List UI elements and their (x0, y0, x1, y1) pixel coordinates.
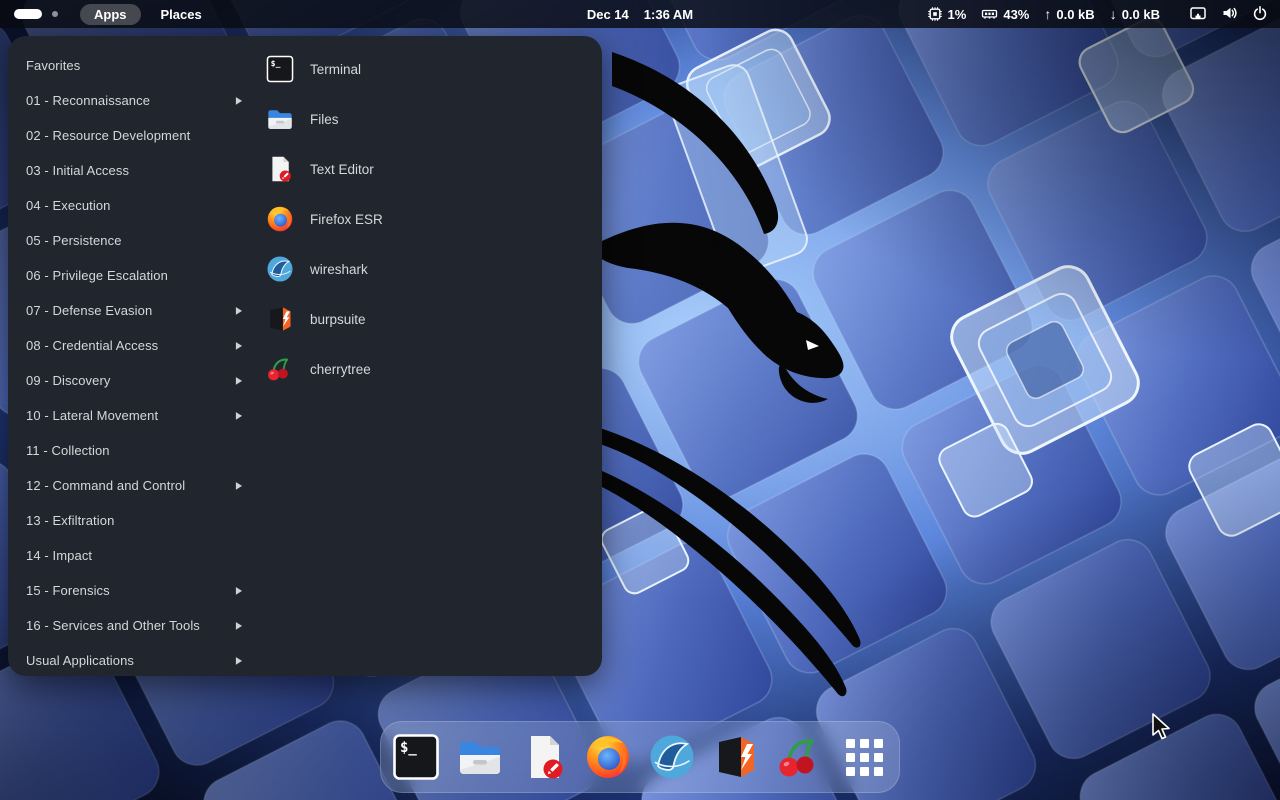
cpu-indicator[interactable]: 1% (927, 6, 967, 22)
submenu-arrow-icon: ▶ (236, 375, 242, 386)
menu-item-text-editor[interactable]: Text Editor (258, 144, 594, 194)
cpu-icon (927, 6, 943, 22)
submenu-arrow-icon: ▶ (236, 305, 242, 316)
category-16-services-and-other-tools[interactable]: 16 - Services and Other Tools ▶ (8, 608, 258, 643)
dock-firefox-button[interactable] (584, 733, 632, 781)
category-09-discovery[interactable]: 09 - Discovery ▶ (8, 363, 258, 398)
apps-menu-button[interactable]: Apps (80, 4, 141, 25)
category-05-persistence[interactable]: 05 - Persistence (8, 223, 258, 258)
menu-item-firefox-esr[interactable]: Firefox ESR (258, 194, 594, 244)
net-upload-indicator[interactable]: ↑ 0.0 kB (1044, 6, 1094, 22)
category-13-exfiltration[interactable]: 13 - Exfiltration (8, 503, 258, 538)
net-upload-value: 0.0 kB (1056, 7, 1094, 22)
power-icon[interactable] (1252, 5, 1268, 24)
clock-date: Dec 14 (587, 7, 629, 22)
category-14-impact[interactable]: 14 - Impact (8, 538, 258, 573)
submenu-arrow-icon: ▶ (236, 655, 242, 666)
submenu-arrow-icon: ▶ (236, 340, 242, 351)
category-03-initial-access[interactable]: 03 - Initial Access (8, 153, 258, 188)
category-10-lateral-movement[interactable]: 10 - Lateral Movement ▶ (8, 398, 258, 433)
menu-item-terminal[interactable]: Terminal (258, 44, 594, 94)
cherrytree-icon (266, 355, 294, 383)
category-list: Favorites 01 - Reconnaissance ▶ 02 - Res… (8, 48, 258, 678)
menu-item-files[interactable]: Files (258, 94, 594, 144)
dock (380, 721, 900, 793)
show-apps-grid-icon[interactable] (840, 733, 888, 781)
dock-cherrytree-button[interactable] (776, 733, 824, 781)
menu-item-wireshark[interactable]: wireshark (258, 244, 594, 294)
places-menu-button[interactable]: Places (151, 4, 212, 25)
files-icon (266, 105, 294, 133)
download-arrow-icon: ↓ (1110, 6, 1117, 22)
dock-text-editor-button[interactable] (520, 733, 568, 781)
mouse-cursor (1150, 712, 1172, 742)
memory-icon (981, 6, 998, 22)
terminal-icon (266, 55, 294, 83)
clock-time: 1:36 AM (644, 7, 693, 22)
app-shortcut-list: Terminal Files Text Editor Firefox ESR w… (258, 44, 594, 394)
category-04-execution[interactable]: 04 - Execution (8, 188, 258, 223)
category-07-defense-evasion[interactable]: 07 - Defense Evasion ▶ (8, 293, 258, 328)
submenu-arrow-icon: ▶ (236, 480, 242, 491)
workspace-dot-indicator[interactable] (52, 11, 58, 17)
category-08-credential-access[interactable]: 08 - Credential Access ▶ (8, 328, 258, 363)
submenu-arrow-icon: ▶ (236, 95, 242, 106)
menu-item-cherrytree[interactable]: cherrytree (258, 344, 594, 394)
category-12-command-and-control[interactable]: 12 - Command and Control ▶ (8, 468, 258, 503)
category-06-privilege-escalation[interactable]: 06 - Privilege Escalation (8, 258, 258, 293)
memory-indicator[interactable]: 43% (981, 6, 1029, 22)
category-favorites[interactable]: Favorites (8, 48, 258, 83)
net-download-value: 0.0 kB (1122, 7, 1160, 22)
category-15-forensics[interactable]: 15 - Forensics ▶ (8, 573, 258, 608)
dock-terminal-button[interactable] (392, 733, 440, 781)
dock-wireshark-button[interactable] (648, 733, 696, 781)
workspace-active-indicator[interactable] (14, 9, 42, 19)
net-download-indicator[interactable]: ↓ 0.0 kB (1110, 6, 1160, 22)
submenu-arrow-icon: ▶ (236, 585, 242, 596)
dock-burpsuite-button[interactable] (712, 733, 760, 781)
submenu-arrow-icon: ▶ (236, 410, 242, 421)
desktop: Apps Places Dec 14 1:36 AM 1% (0, 0, 1280, 800)
submenu-arrow-icon: ▶ (236, 620, 242, 631)
clock[interactable]: Dec 14 1:36 AM (587, 0, 693, 28)
category-usual-applications[interactable]: Usual Applications ▶ (8, 643, 258, 678)
text-editor-icon (266, 155, 294, 183)
dock-files-button[interactable] (456, 733, 504, 781)
category-01-reconnaissance[interactable]: 01 - Reconnaissance ▶ (8, 83, 258, 118)
firefox-icon (266, 205, 294, 233)
volume-icon[interactable] (1221, 5, 1238, 24)
apps-menu-panel: Favorites 01 - Reconnaissance ▶ 02 - Res… (8, 36, 602, 676)
upload-arrow-icon: ↑ (1044, 6, 1051, 22)
memory-usage-value: 43% (1003, 7, 1029, 22)
cpu-usage-value: 1% (948, 7, 967, 22)
network-ethernet-icon[interactable] (1189, 5, 1207, 24)
menu-item-burpsuite[interactable]: burpsuite (258, 294, 594, 344)
wireshark-icon (266, 255, 294, 283)
category-02-resource-development[interactable]: 02 - Resource Development (8, 118, 258, 153)
category-11-collection[interactable]: 11 - Collection (8, 433, 258, 468)
top-bar: Apps Places Dec 14 1:36 AM 1% (0, 0, 1280, 28)
burpsuite-icon (266, 305, 294, 333)
